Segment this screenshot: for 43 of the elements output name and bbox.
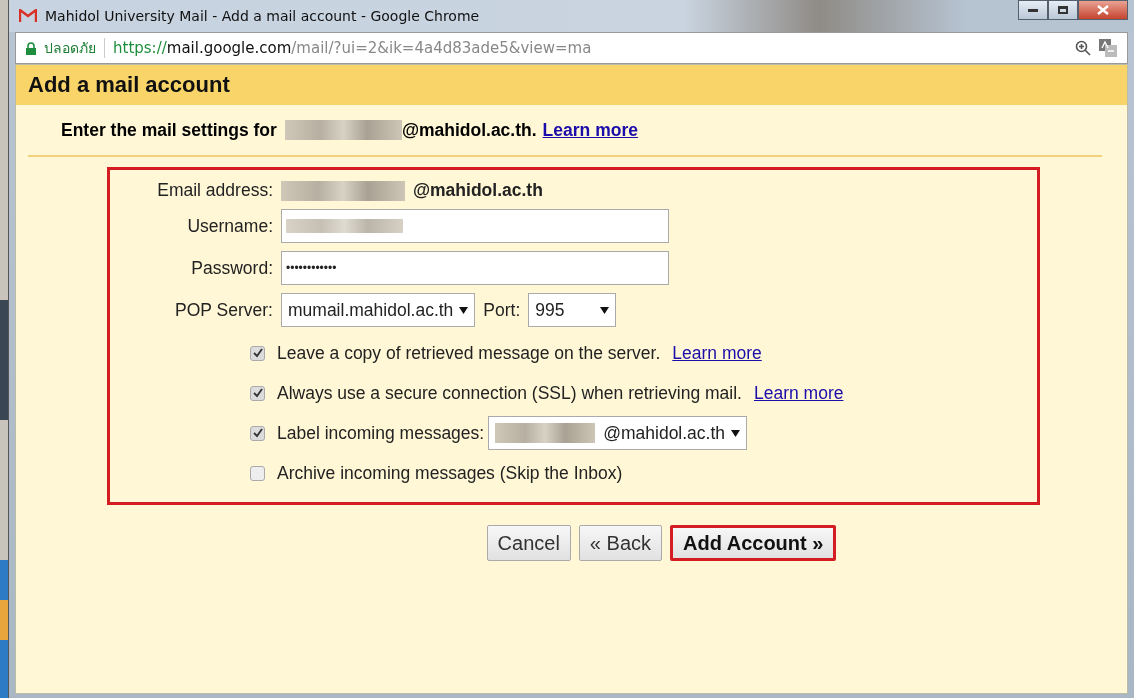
zoom-icon[interactable]	[1075, 40, 1091, 56]
url-text: https://mail.google.com/mail/?ui=2&ik=4a4d83ade5&view=ma	[113, 39, 592, 57]
minimize-button[interactable]	[1018, 0, 1048, 20]
domain-text: @mahidol.ac.th.	[401, 119, 537, 141]
label-dropdown[interactable]: @mahidol.ac.th	[488, 416, 748, 450]
close-button[interactable]	[1078, 0, 1128, 20]
action-button[interactable]: Add Account »	[670, 525, 837, 561]
checkbox[interactable]	[250, 385, 265, 401]
mail-icon	[19, 9, 37, 23]
action-button[interactable]: Cancel	[486, 525, 571, 561]
security-label: ปลอดภัย	[44, 39, 96, 58]
username-field[interactable]	[281, 209, 669, 243]
action-button[interactable]: « Back	[578, 525, 662, 561]
email-domain: @mahidol.ac.th	[413, 180, 543, 201]
option-label: Archive incoming messages (Skip the Inbox)	[277, 462, 623, 484]
caret-icon	[459, 306, 469, 314]
learn-more-link[interactable]: Learn more	[753, 382, 844, 404]
field-label: Port:	[483, 299, 521, 321]
address-bar[interactable]: ปลอดภัย https://mail.google.com/mail/?ui=2&ik=4a4d83ade5&view=ma	[15, 32, 1128, 64]
close-icon	[1097, 5, 1109, 15]
dialog-title: Add a mail account	[28, 72, 230, 98]
option-label: Leave a copy of retrieved message on the server.	[277, 342, 661, 364]
field-label: Password:	[190, 257, 273, 279]
learn-more-link[interactable]: Learn more	[542, 119, 638, 141]
field-label: Username:	[186, 215, 273, 237]
option-label: Label incoming messages:	[277, 422, 485, 444]
port-dropdown[interactable]: 995	[528, 293, 617, 327]
password-field[interactable]: ••••••••••••	[281, 251, 669, 285]
option-label: Always use a secure connection (SSL) when retrieving mail.	[277, 382, 742, 404]
field-label: Email address:	[156, 180, 273, 201]
field-label: POP Server:	[174, 299, 273, 321]
checkbox[interactable]	[250, 345, 265, 361]
lock-icon	[26, 41, 36, 55]
caret-icon	[600, 306, 610, 314]
learn-more-link[interactable]: Learn more	[672, 342, 762, 364]
server-dropdown[interactable]: mumail.mahidol.ac.th	[281, 293, 476, 327]
checkbox[interactable]	[250, 425, 265, 441]
window-title: Mahidol University Mail - Add a mail account - Google Chrome	[45, 8, 480, 24]
intro-text: Enter the mail settings for	[61, 119, 277, 141]
caret-icon	[731, 429, 741, 437]
translate-icon[interactable]	[1099, 39, 1117, 57]
maximize-button[interactable]	[1048, 0, 1078, 20]
checkbox[interactable]	[250, 465, 265, 481]
